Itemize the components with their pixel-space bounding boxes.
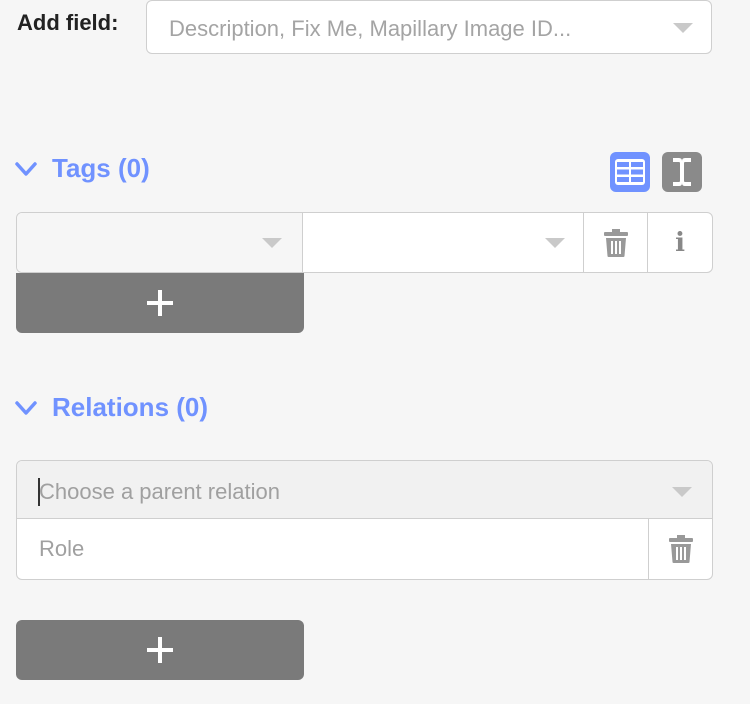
plus-icon	[147, 290, 173, 316]
tag-key-combobox[interactable]	[17, 213, 303, 272]
tags-section-title: Tags (0)	[52, 153, 150, 183]
chevron-down-icon	[15, 161, 37, 176]
chevron-down-icon	[15, 400, 37, 415]
list-view-icon	[615, 159, 645, 185]
chevron-down-icon[interactable]	[673, 23, 693, 33]
add-field-label: Add field:	[17, 10, 119, 35]
text-view-button[interactable]	[662, 152, 702, 192]
tag-row: i	[16, 212, 713, 273]
add-tag-button[interactable]	[16, 273, 304, 333]
entity-editor-panel: Add field: Tags (0)	[0, 0, 750, 704]
trash-icon	[668, 535, 693, 563]
role-input[interactable]: Role	[17, 519, 649, 579]
add-field-input[interactable]	[167, 13, 651, 45]
chevron-down-icon[interactable]	[261, 238, 282, 248]
relations-section-toggle[interactable]: Relations (0)	[14, 392, 208, 423]
tag-delete-button[interactable]	[584, 213, 649, 272]
relation-role-row: Role	[17, 519, 712, 579]
tag-value-combobox[interactable]	[302, 213, 585, 272]
parent-relation-combobox[interactable]: Choose a parent relation	[17, 461, 712, 519]
text-view-icon	[673, 158, 691, 186]
chevron-down-icon[interactable]	[672, 487, 692, 497]
relation-delete-button[interactable]	[649, 519, 712, 579]
tag-info-button[interactable]: i	[648, 213, 712, 272]
role-placeholder: Role	[39, 536, 85, 561]
text-cursor	[38, 478, 40, 506]
relations-section-title: Relations (0)	[52, 392, 209, 422]
tags-section-toggle[interactable]: Tags (0)	[14, 153, 150, 184]
plus-icon	[147, 637, 173, 663]
list-view-button[interactable]	[610, 152, 650, 192]
trash-icon	[603, 228, 628, 257]
parent-relation-placeholder: Choose a parent relation	[39, 479, 280, 504]
chevron-down-icon[interactable]	[545, 238, 566, 248]
add-relation-button[interactable]	[16, 620, 304, 680]
info-icon: i	[675, 227, 685, 258]
relation-editor: Choose a parent relation Role	[16, 460, 713, 580]
add-field-combobox[interactable]	[146, 0, 712, 54]
